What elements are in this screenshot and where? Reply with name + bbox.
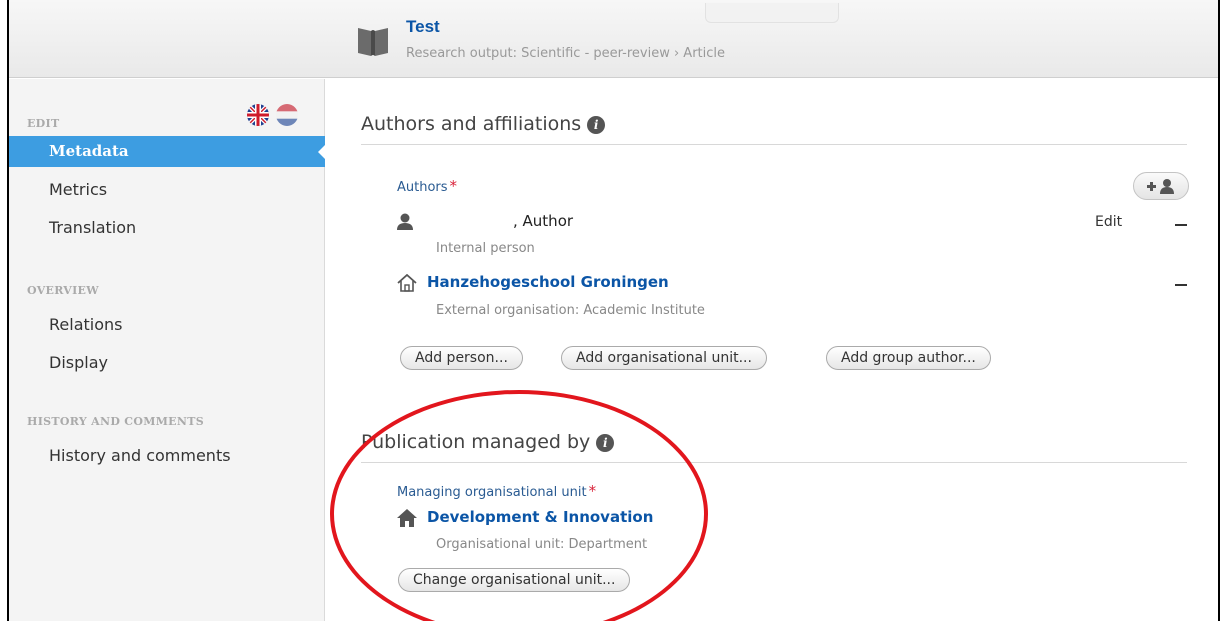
required-mark: * xyxy=(588,482,597,500)
add-group-author-button[interactable]: Add group author... xyxy=(826,346,991,370)
flag-uk-icon[interactable] xyxy=(247,104,269,126)
remove-author-button[interactable] xyxy=(1175,224,1187,226)
header-tab-placeholder xyxy=(705,3,839,23)
add-person-icon xyxy=(1147,179,1174,194)
remove-affiliation-button[interactable] xyxy=(1175,284,1187,286)
affiliation-name[interactable]: Hanzehogeschool Groningen xyxy=(427,273,669,291)
house-icon xyxy=(397,508,417,527)
sidebar: EDIT Metadata Metrics Translation OVERVI… xyxy=(9,79,326,621)
sidebar-section-edit: EDIT xyxy=(27,117,60,130)
book-icon xyxy=(358,28,388,56)
managed-section-title: Publication managed by i xyxy=(361,431,615,453)
sidebar-item-relations[interactable]: Relations xyxy=(9,309,325,340)
author-type: Internal person xyxy=(436,241,535,256)
info-icon[interactable]: i xyxy=(596,434,615,452)
sidebar-item-display[interactable]: Display xyxy=(9,347,325,378)
managing-unit-type: Organisational unit: Department xyxy=(436,537,648,552)
required-mark: * xyxy=(449,177,458,195)
edit-author-link[interactable]: Edit xyxy=(1095,214,1122,230)
app-frame: Test Research output: Scientific - peer-… xyxy=(7,0,1220,621)
affiliation-type: External organisation: Academic Institut… xyxy=(436,303,705,318)
info-icon[interactable]: i xyxy=(587,116,606,134)
person-icon xyxy=(397,213,413,230)
managing-unit-name[interactable]: Development & Innovation xyxy=(427,508,653,526)
content-header: Test Research output: Scientific - peer-… xyxy=(9,0,1218,78)
sidebar-item-metrics[interactable]: Metrics xyxy=(9,174,325,205)
sidebar-section-history: HISTORY AND COMMENTS xyxy=(27,415,204,428)
language-flags xyxy=(247,104,300,126)
managing-unit-row[interactable]: Development & Innovation xyxy=(397,508,653,527)
authors-section-title: Authors and affiliations i xyxy=(361,113,606,135)
sidebar-item-metadata[interactable]: Metadata xyxy=(9,136,326,167)
section-divider xyxy=(361,462,1187,463)
page-subtitle: Research output: Scientific - peer-revie… xyxy=(406,46,726,61)
managing-unit-label: Managing organisational unit * xyxy=(397,482,597,500)
author-name: , Author xyxy=(513,212,574,230)
sidebar-item-translation[interactable]: Translation xyxy=(9,212,325,243)
authors-field-label: Authors * xyxy=(397,177,458,195)
sidebar-item-history[interactable]: History and comments xyxy=(9,440,325,471)
page-title: Test xyxy=(406,17,440,36)
add-author-button[interactable] xyxy=(1133,172,1189,200)
author-row[interactable]: , Author xyxy=(397,212,573,231)
flag-nl-icon[interactable] xyxy=(276,104,299,126)
section-divider xyxy=(361,144,1187,145)
change-org-unit-button[interactable]: Change organisational unit... xyxy=(398,568,631,592)
add-org-unit-button[interactable]: Add organisational unit... xyxy=(561,346,767,370)
house-outline-icon xyxy=(397,273,417,292)
add-person-button[interactable]: Add person... xyxy=(400,346,523,370)
sidebar-section-overview: OVERVIEW xyxy=(27,284,99,297)
affiliation-row[interactable]: Hanzehogeschool Groningen xyxy=(397,273,669,292)
